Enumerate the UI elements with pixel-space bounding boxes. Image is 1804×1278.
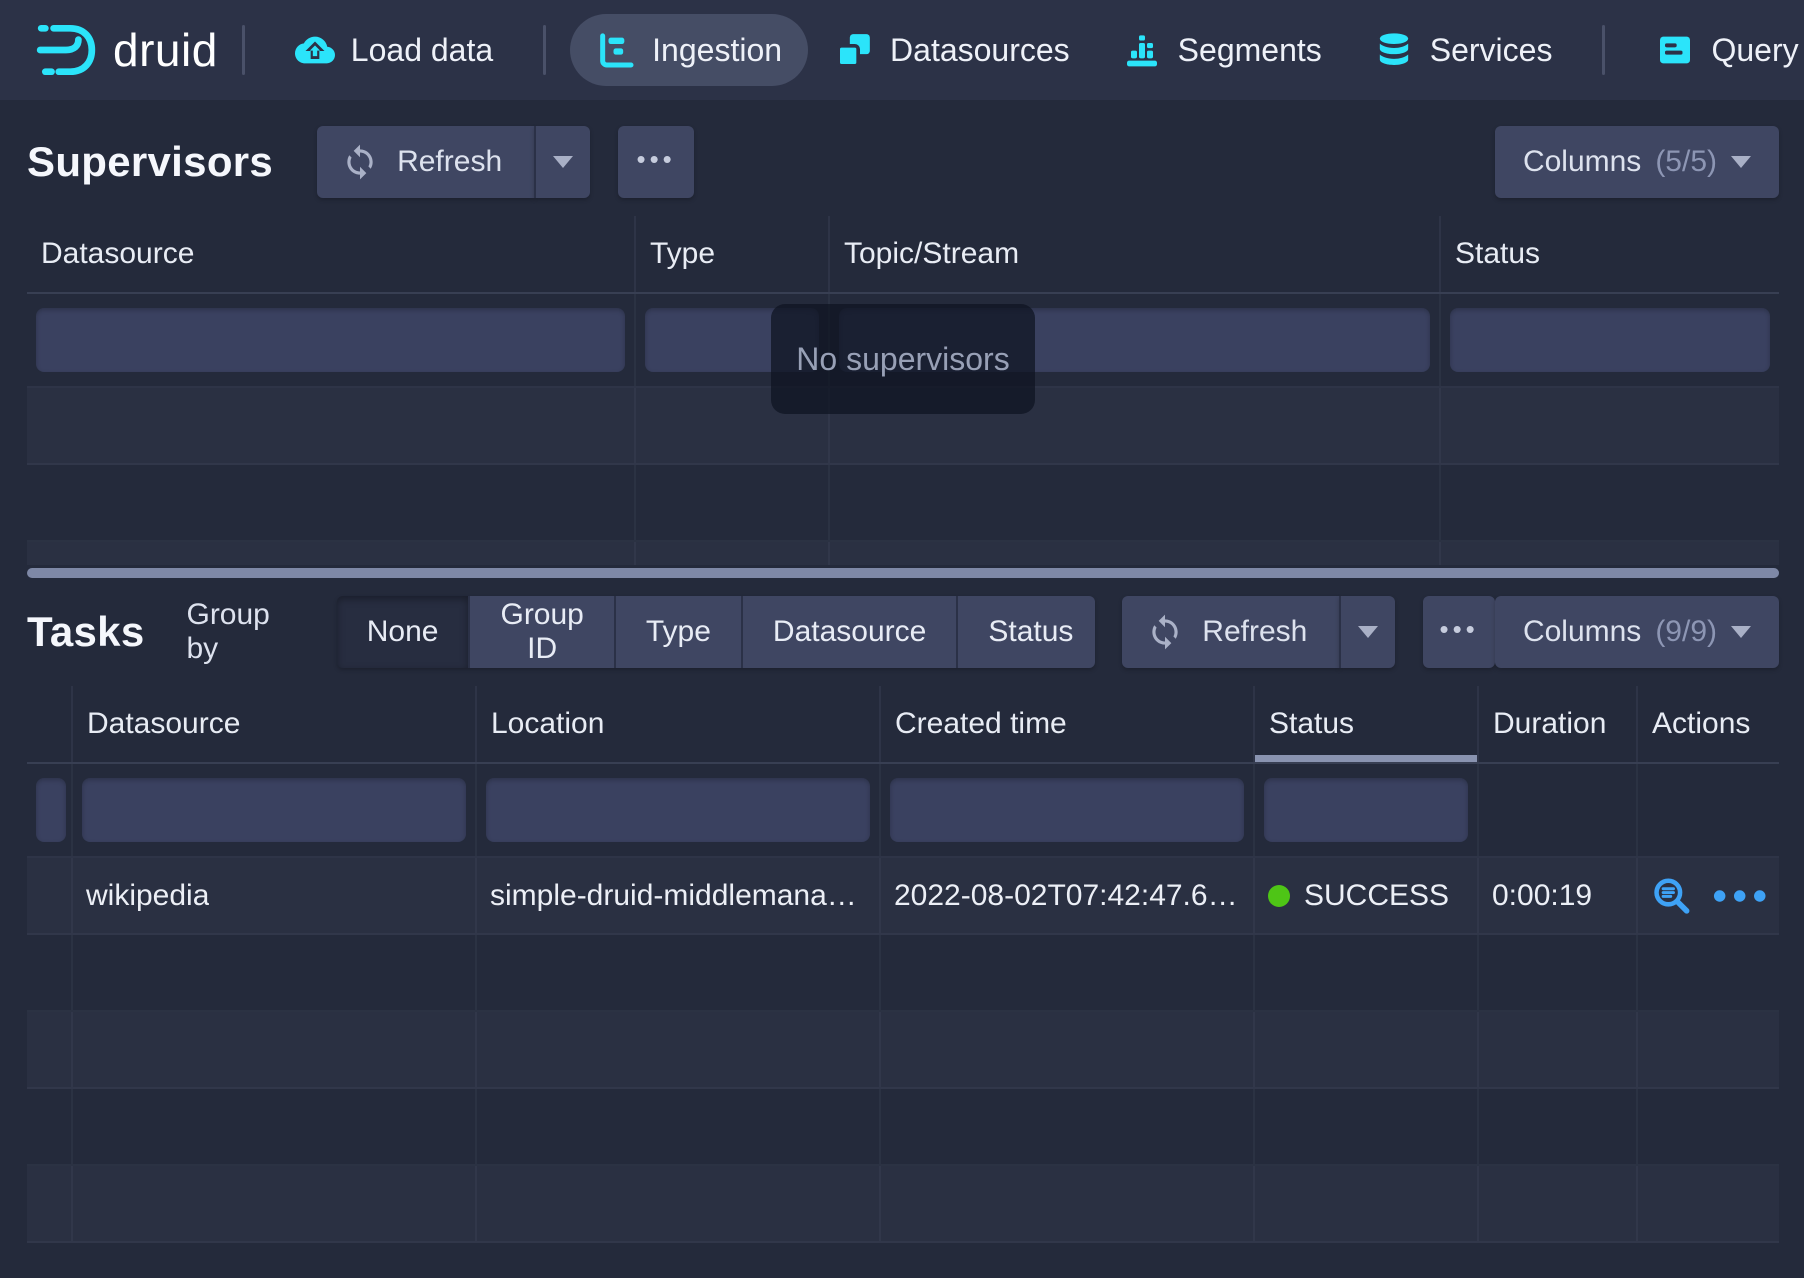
supervisors-refresh-button[interactable]: Refresh (317, 126, 534, 198)
chevron-down-icon (553, 156, 573, 168)
chevron-down-icon (1358, 626, 1378, 638)
empty-row (27, 935, 1779, 1012)
empty-row (27, 1089, 1779, 1166)
tasks-table: Datasource Location Created time Status … (27, 686, 1779, 1243)
column-header-status[interactable]: Status (1255, 686, 1479, 762)
refresh-label: Refresh (1202, 615, 1307, 649)
tasks-more-button[interactable]: ••• (1423, 596, 1495, 668)
empty-row (27, 1166, 1779, 1243)
tasks-refresh-button[interactable]: Refresh (1122, 596, 1339, 668)
task-location: simple-druid-middlemanager... (490, 879, 866, 913)
tasks-refresh-interval-dropdown[interactable] (1339, 596, 1395, 668)
refresh-icon (1146, 613, 1184, 651)
empty-row (27, 1012, 1779, 1089)
bar-segments-icon (1122, 30, 1162, 70)
clipped-filter-input[interactable] (36, 778, 66, 842)
task-duration: 0:00:19 (1492, 879, 1592, 913)
column-header-type[interactable]: Type (636, 216, 830, 292)
supervisors-table-header: Datasource Type Topic/Stream Status (27, 216, 1779, 294)
nav-segments[interactable]: Segments (1096, 14, 1348, 86)
status-filter-input[interactable] (1450, 308, 1770, 372)
column-header-datasource[interactable]: Datasource (73, 686, 477, 762)
task-created-time: 2022-08-02T07:42:47.638Z (894, 879, 1240, 913)
column-header-status[interactable]: Status (1441, 216, 1779, 292)
column-header-created-time[interactable]: Created time (881, 686, 1255, 762)
druid-logo-icon (35, 19, 97, 81)
ellipsis-icon: ••• (636, 144, 675, 175)
druid-logo[interactable]: druid (35, 19, 218, 81)
supervisors-table: Datasource Type Topic/Stream Status No s… (27, 216, 1779, 565)
group-by-label: Group by (186, 598, 302, 666)
group-by-segmented-control: None Group ID Type Datasource Status (337, 596, 1096, 668)
cloud-upload-icon (295, 30, 335, 70)
status-sort-indicator (1255, 755, 1477, 762)
supervisors-refresh-interval-dropdown[interactable] (534, 126, 590, 198)
refresh-icon (341, 143, 379, 181)
group-by-status-button[interactable]: Status (958, 596, 1095, 668)
column-header-actions[interactable]: Actions (1638, 686, 1779, 762)
group-by-datasource-button[interactable]: Datasource (743, 596, 958, 668)
chevron-down-icon (1731, 626, 1751, 638)
ellipsis-icon: ••• (1439, 614, 1478, 645)
tasks-title: Tasks (27, 608, 144, 656)
nav-query[interactable]: Query (1629, 14, 1804, 86)
column-header-location[interactable]: Location (477, 686, 881, 762)
nav-datasources[interactable]: Datasources (808, 14, 1096, 86)
nav-item-label: Segments (1178, 32, 1322, 69)
columns-label: Columns (1523, 615, 1641, 649)
column-header-duration[interactable]: Duration (1479, 686, 1638, 762)
chevron-down-icon (1731, 156, 1751, 168)
status-filter-input[interactable] (1264, 778, 1468, 842)
tasks-table-header: Datasource Location Created time Status … (27, 686, 1779, 764)
stacked-squares-icon (834, 30, 874, 70)
refresh-label: Refresh (397, 145, 502, 179)
empty-message: No supervisors (796, 341, 1009, 378)
nav-load-data[interactable]: Load data (269, 14, 519, 86)
console-icon (1655, 30, 1695, 70)
brand-wordmark: druid (113, 23, 218, 77)
nav-divider (1602, 25, 1605, 75)
empty-row (27, 465, 1779, 542)
gantt-chart-icon (596, 30, 636, 70)
no-supervisors-overlay: No supervisors (771, 304, 1035, 414)
nav-item-label: Load data (351, 32, 493, 69)
nav-item-label: Datasources (890, 32, 1070, 69)
supervisors-columns-button[interactable]: Columns (5/5) (1495, 126, 1779, 198)
empty-row (27, 542, 1779, 565)
supervisors-more-button[interactable]: ••• (618, 126, 694, 198)
task-status: SUCCESS (1304, 879, 1449, 913)
created-time-filter-input[interactable] (890, 778, 1244, 842)
nav-services[interactable]: Services (1348, 14, 1579, 86)
datasource-filter-input[interactable] (82, 778, 466, 842)
top-navigation-bar: druid Load data Ingestion Datasources (0, 0, 1804, 100)
nav-ingestion[interactable]: Ingestion (570, 14, 808, 86)
location-filter-input[interactable] (486, 778, 870, 842)
magnify-details-icon[interactable] (1651, 875, 1693, 917)
columns-label: Columns (1523, 145, 1641, 179)
nav-item-label: Services (1430, 32, 1553, 69)
nav-item-label: Ingestion (652, 32, 782, 69)
tasks-filter-row (27, 764, 1779, 858)
nav-divider (543, 25, 546, 75)
more-actions-icon[interactable] (1713, 889, 1766, 903)
success-status-dot (1268, 885, 1290, 907)
nav-divider (242, 25, 245, 75)
datasource-filter-input[interactable] (36, 308, 625, 372)
columns-count: (9/9) (1655, 615, 1717, 649)
tasks-columns-button[interactable]: Columns (9/9) (1495, 596, 1779, 668)
column-header-blank (27, 686, 73, 762)
column-header-topic-stream[interactable]: Topic/Stream (830, 216, 1441, 292)
group-by-group-id-button[interactable]: Group ID (470, 596, 615, 668)
horizontal-scrollbar[interactable] (27, 568, 1779, 578)
task-datasource: wikipedia (86, 879, 209, 913)
group-by-none-button[interactable]: None (337, 596, 471, 668)
columns-count: (5/5) (1655, 145, 1717, 179)
supervisors-title: Supervisors (27, 138, 273, 186)
database-icon (1374, 30, 1414, 70)
column-header-datasource[interactable]: Datasource (27, 216, 636, 292)
task-row-wikipedia[interactable]: wikipedia simple-druid-middlemanager... … (27, 858, 1779, 935)
group-by-type-button[interactable]: Type (616, 596, 743, 668)
nav-item-label: Query (1711, 32, 1798, 69)
